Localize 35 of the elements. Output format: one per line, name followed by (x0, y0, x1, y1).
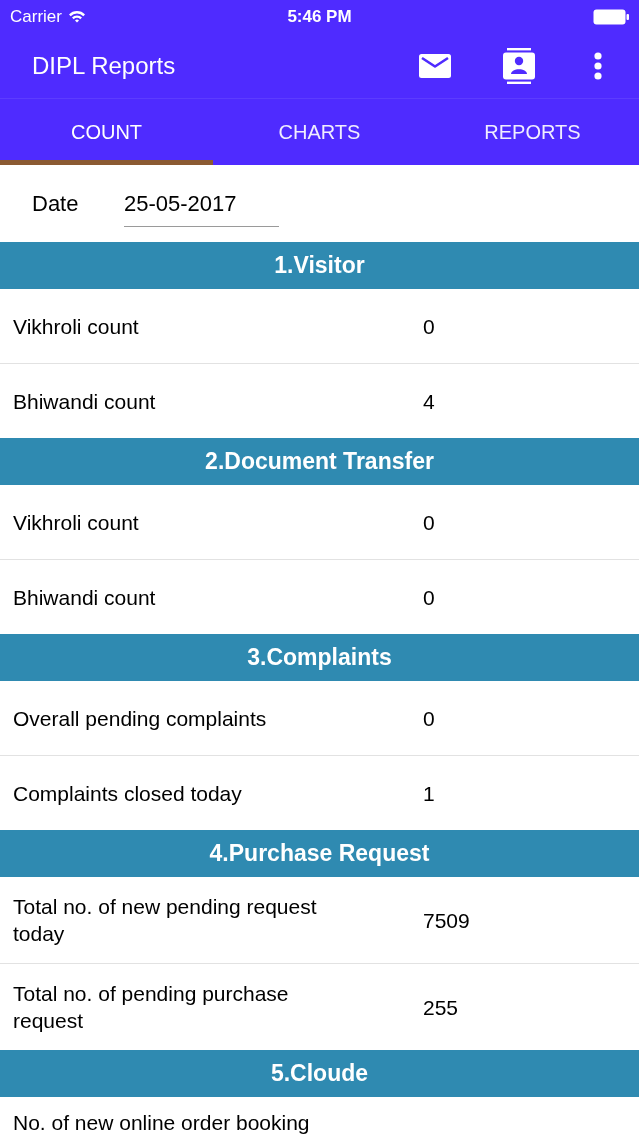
row-label: Overall pending complaints (12, 705, 268, 732)
row-label: Total no. of pending purchase request (12, 981, 290, 1034)
row-label: Vikhroli count (12, 509, 140, 536)
tab[interactable]: CHARTS (213, 99, 426, 165)
row-label: Bhiwandi count (12, 388, 157, 415)
section-header: 2.Document Transfer (0, 438, 639, 485)
section-header: 4.Purchase Request (0, 830, 639, 877)
app-title: DIPL Reports (32, 50, 176, 81)
section-header: 1.Visitor (0, 242, 639, 289)
section-header: 5.Cloude (0, 1050, 639, 1097)
mail-icon[interactable] (419, 53, 451, 78)
wifi-icon (67, 10, 86, 23)
row-value: 255 (423, 994, 459, 1021)
row-label: Complaints closed today (12, 780, 243, 807)
date-field[interactable]: 25-05-2017 (124, 180, 279, 227)
row-label: Bhiwandi count (12, 584, 157, 611)
row-value: 0 (423, 584, 435, 611)
contact-card-icon[interactable] (503, 47, 535, 84)
section-header: 3.Complaints (0, 634, 639, 681)
more-menu-icon[interactable] (593, 51, 603, 80)
battery-icon (593, 8, 629, 25)
row-value: 0 (423, 705, 435, 732)
row-value: 0 (423, 313, 435, 340)
row-value: 7509 (423, 907, 470, 934)
row-label: Total no. of new pending request today (12, 894, 318, 947)
row-value: 0 (423, 509, 435, 536)
status-time: 5:46 PM (287, 5, 352, 28)
tab[interactable]: COUNT (0, 99, 213, 165)
row-value: 1 (423, 780, 435, 807)
row-label: Vikhroli count (12, 313, 140, 340)
row-label: No. of new online order booking (12, 1110, 311, 1136)
tab[interactable]: REPORTS (426, 99, 639, 165)
date-label: Date (32, 190, 80, 218)
carrier-label: Carrier (10, 5, 62, 28)
row-value: 4 (423, 388, 435, 415)
